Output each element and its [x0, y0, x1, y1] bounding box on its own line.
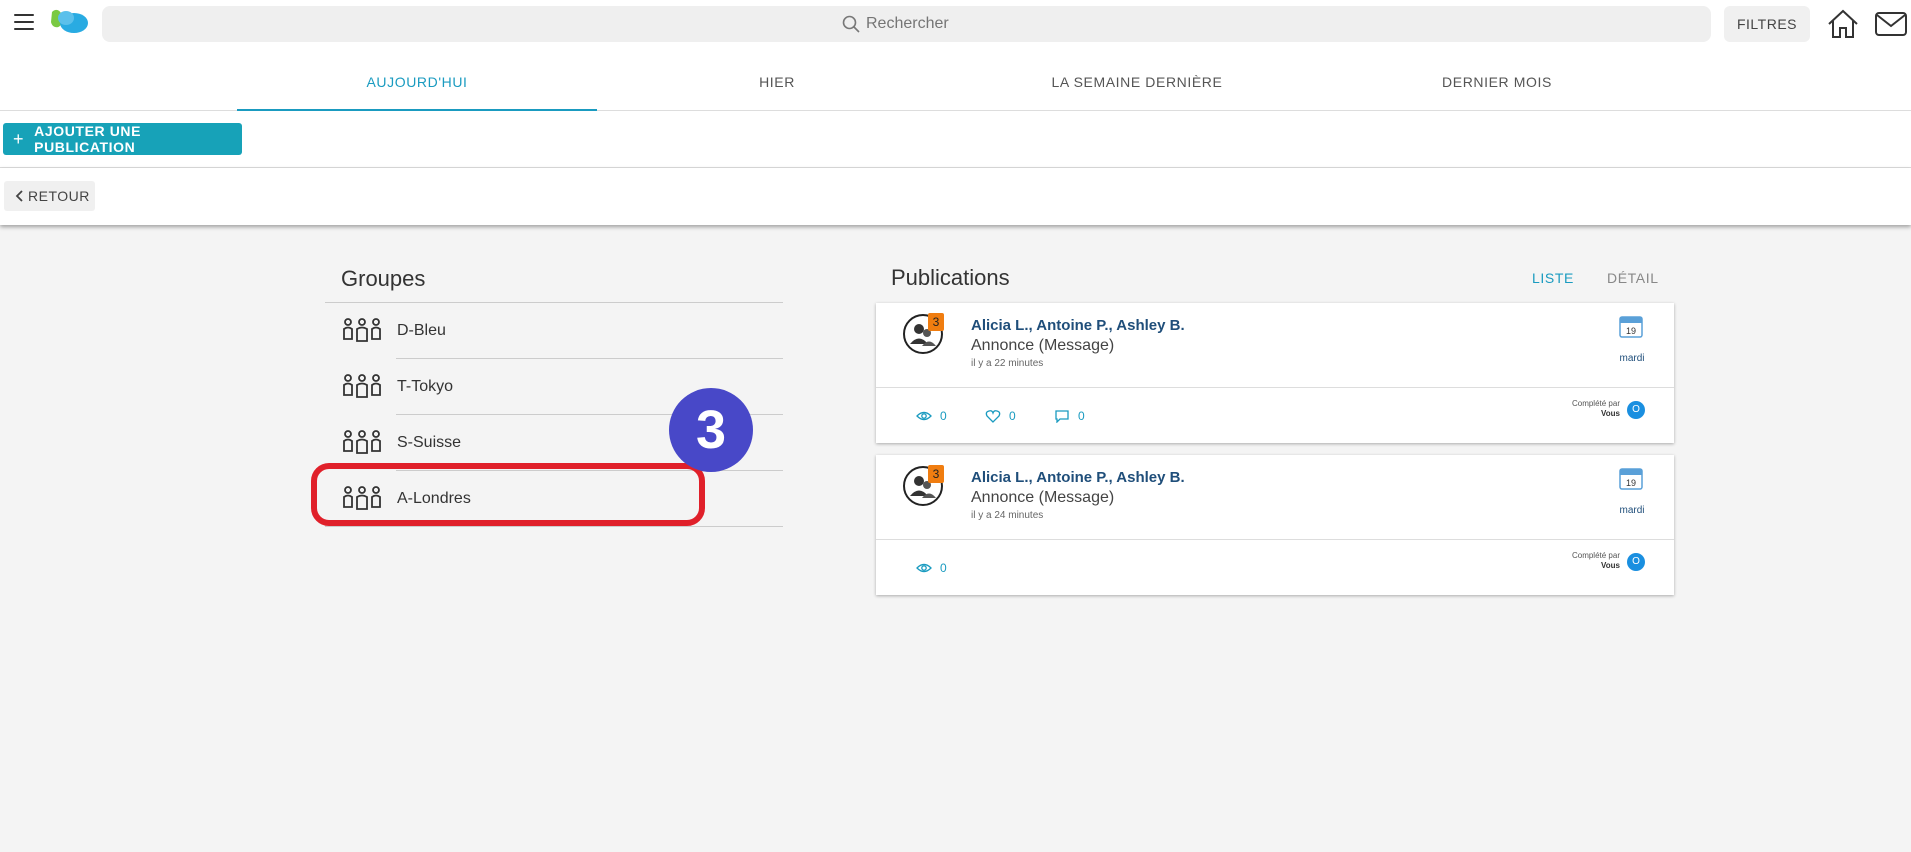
- plus-icon: +: [13, 128, 25, 149]
- hamburger-menu-icon[interactable]: [14, 14, 34, 30]
- card-divider: [876, 539, 1674, 540]
- publication-recipients[interactable]: Alicia L., Antoine P., Ashley B.: [971, 317, 1185, 334]
- back-button[interactable]: RETOUR: [4, 181, 95, 211]
- card-divider: [876, 387, 1674, 388]
- add-publication-button[interactable]: + AJOUTER UNE PUBLICATION: [3, 123, 242, 155]
- app-logo-icon[interactable]: [48, 6, 90, 38]
- group-separator: [325, 526, 783, 527]
- participants-count-badge: 3: [928, 313, 944, 331]
- eye-icon: [916, 563, 932, 573]
- group-name: S-Suisse: [397, 434, 462, 451]
- participants-count-badge: 3: [928, 465, 944, 483]
- highlight-box: [311, 463, 705, 526]
- completed-user-avatar[interactable]: O: [1627, 553, 1645, 571]
- publication-recipients[interactable]: Alicia L., Antoine P., Ashley B.: [971, 469, 1185, 486]
- comments-stat[interactable]: 0: [1054, 409, 1085, 423]
- heart-icon: [985, 410, 1001, 423]
- search-bar[interactable]: [102, 6, 1711, 42]
- group-people-icon: [343, 430, 381, 454]
- publication-card[interactable]: 3 Alicia L., Antoine P., Ashley B. Annon…: [876, 303, 1674, 443]
- comment-icon: [1055, 410, 1069, 423]
- add-publication-label: AJOUTER UNE PUBLICATION: [34, 123, 142, 155]
- views-stat[interactable]: 0: [916, 409, 947, 423]
- view-detail-toggle[interactable]: DÉTAIL: [1607, 270, 1659, 286]
- likes-stat[interactable]: 0: [985, 409, 1016, 423]
- completed-by-user: Vous: [1601, 561, 1620, 570]
- likes-count: 0: [1009, 409, 1016, 423]
- group-people-icon: [343, 374, 381, 398]
- view-list-toggle[interactable]: LISTE: [1532, 270, 1574, 286]
- filters-button[interactable]: FILTRES: [1724, 6, 1810, 42]
- views-count: 0: [940, 409, 947, 423]
- comments-count: 0: [1078, 409, 1085, 423]
- publication-type: Annonce (Message): [971, 337, 1115, 354]
- views-count: 0: [940, 561, 947, 575]
- navigation-bar: RETOUR: [0, 168, 1911, 225]
- step-number-badge: 3: [669, 388, 753, 472]
- tab-yesterday[interactable]: HIER: [597, 46, 957, 111]
- publication-type: Annonce (Message): [971, 489, 1115, 506]
- top-bar: FILTRES: [0, 0, 1911, 46]
- period-tabs: AUJOURD'HUI HIER LA SEMAINE DERNIÈRE DER…: [0, 46, 1911, 111]
- group-item-d-bleu[interactable]: D-Bleu: [325, 303, 783, 359]
- calendar-icon: 19: [1619, 316, 1643, 338]
- completed-by-label: Complété par: [1571, 551, 1620, 560]
- home-icon[interactable]: [1826, 8, 1860, 40]
- completed-by-label: Complété par: [1571, 399, 1620, 408]
- publication-time: il y a 22 minutes: [971, 358, 1044, 369]
- views-stat[interactable]: 0: [916, 561, 947, 575]
- tab-today[interactable]: AUJOURD'HUI: [237, 46, 597, 111]
- group-name: T-Tokyo: [397, 378, 454, 395]
- publication-time: il y a 24 minutes: [971, 510, 1044, 521]
- mail-icon[interactable]: [1874, 10, 1908, 38]
- calendar-icon: 19: [1619, 468, 1643, 490]
- chevron-left-icon: [15, 190, 23, 202]
- search-input[interactable]: [866, 15, 1066, 33]
- publication-card[interactable]: 3 Alicia L., Antoine P., Ashley B. Annon…: [876, 455, 1674, 595]
- publication-weekday: mardi: [1619, 353, 1645, 364]
- tab-last-month[interactable]: DERNIER MOIS: [1317, 46, 1677, 111]
- tab-last-week[interactable]: LA SEMAINE DERNIÈRE: [957, 46, 1317, 111]
- publications-heading: Publications: [891, 265, 1010, 290]
- eye-icon: [916, 411, 932, 421]
- calendar-day: 19: [1626, 478, 1636, 488]
- groups-heading: Groupes: [341, 266, 426, 291]
- action-bar: + AJOUTER UNE PUBLICATION: [0, 111, 1911, 168]
- group-people-icon: [343, 318, 381, 342]
- group-name: D-Bleu: [397, 322, 446, 339]
- search-icon: [842, 15, 860, 33]
- publication-weekday: mardi: [1619, 505, 1645, 516]
- calendar-day: 19: [1626, 326, 1636, 336]
- completed-by-user: Vous: [1601, 409, 1620, 418]
- completed-user-avatar[interactable]: O: [1627, 401, 1645, 419]
- back-label: RETOUR: [28, 188, 90, 204]
